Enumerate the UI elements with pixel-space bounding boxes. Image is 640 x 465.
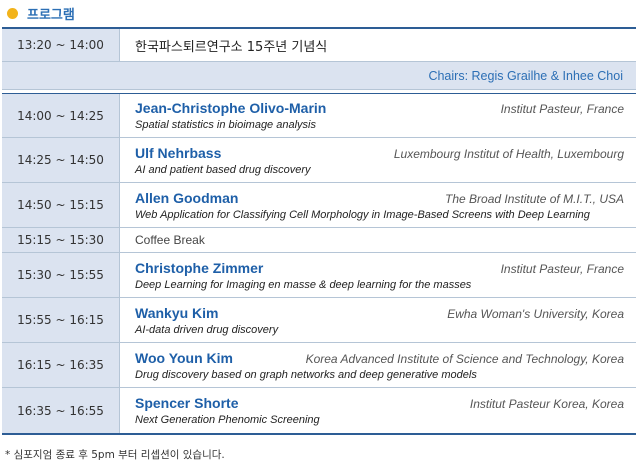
talk-row: 14:00 ~ 14:25 Jean-Christophe Olivo-Mari… (2, 93, 636, 138)
speaker-affiliation: Luxembourg Institut of Health, Luxembour… (393, 146, 624, 161)
coffee-break-row: 15:15 ~ 15:30 Coffee Break (2, 228, 636, 253)
talk-title: Spatial statistics in bioimage analysis (135, 119, 316, 131)
time-cell: 13:20 ~ 14:00 (2, 29, 120, 61)
program-header: 프로그램 (0, 0, 640, 26)
talk-title: Next Generation Phenomic Screening (135, 414, 320, 426)
talk-title: Deep Learning for Imaging en masse & dee… (135, 278, 472, 291)
talk-row: 16:35 ~ 16:55 Spencer Shorte Institut Pa… (2, 388, 636, 433)
opening-row: 13:20 ~ 14:00 한국파스퇴르연구소 15주년 기념식 (2, 29, 636, 62)
talk-row: 14:50 ~ 15:15 Allen Goodman The Broad In… (2, 183, 636, 228)
time-cell: 14:50 ~ 15:15 (2, 183, 120, 227)
time-cell-empty (2, 62, 120, 89)
program-table: 13:20 ~ 14:00 한국파스퇴르연구소 15주년 기념식 Chairs:… (2, 27, 636, 435)
time-cell: 16:15 ~ 16:35 (2, 343, 120, 387)
time-cell: 15:15 ~ 15:30 (2, 228, 120, 252)
talk-row: 16:15 ~ 16:35 Woo Youn Kim Korea Advance… (2, 343, 636, 388)
speaker-affiliation: Ewha Woman's University, Korea (447, 306, 624, 321)
talk-title: AI-data driven drug discovery (135, 323, 279, 336)
speaker-affiliation: Institut Pasteur, France (500, 261, 624, 276)
speaker-affiliation: Korea Advanced Institute of Science and … (305, 351, 624, 366)
opening-title: 한국파스퇴르연구소 15주년 기념식 (135, 39, 328, 55)
bullet-dot-icon (7, 7, 18, 19)
speaker-name: Spencer Shorte (135, 395, 239, 411)
time-cell: 14:25 ~ 14:50 (2, 138, 120, 182)
speaker-affiliation: The Broad Institute of M.I.T., USA (445, 191, 624, 206)
speaker-affiliation: Institut Pasteur, France (500, 102, 624, 116)
time-cell: 15:55 ~ 16:15 (2, 298, 120, 342)
talk-row: 15:30 ~ 15:55 Christophe Zimmer Institut… (2, 253, 636, 298)
footnote: * 심포지엄 종료 후 5pm 부터 리셉션이 있습니다. (5, 449, 225, 461)
program-title: 프로그램 (27, 7, 75, 23)
speaker-name: Woo Youn Kim (135, 349, 233, 366)
speaker-name: Christophe Zimmer (135, 259, 264, 276)
time-cell: 16:35 ~ 16:55 (2, 388, 120, 433)
talk-row: 14:25 ~ 14:50 Ulf Nehrbass Luxembourg In… (2, 138, 636, 183)
talk-title: AI and patient based drug discovery (135, 163, 311, 176)
talk-row: 15:55 ~ 16:15 Wankyu Kim Ewha Woman's Un… (2, 298, 636, 343)
speaker-name: Ulf Nehrbass (135, 144, 222, 161)
chairs-row: Chairs: Regis Grailhe & Inhee Choi (2, 62, 636, 90)
speaker-name: Wankyu Kim (135, 304, 219, 321)
speaker-name: Jean-Christophe Olivo-Marin (135, 100, 327, 116)
time-cell: 14:00 ~ 14:25 (2, 94, 120, 137)
speaker-affiliation: Institut Pasteur Korea, Korea (469, 397, 624, 411)
time-cell: 15:30 ~ 15:55 (2, 253, 120, 297)
chairs-label: Chairs: Regis Grailhe & Inhee Choi (120, 62, 636, 89)
talk-title: Drug discovery based on graph networks a… (135, 368, 477, 381)
talk-title: Web Application for Classifying Cell Mor… (135, 208, 590, 221)
coffee-break-label: Coffee Break (135, 233, 205, 247)
speaker-name: Allen Goodman (135, 189, 239, 206)
